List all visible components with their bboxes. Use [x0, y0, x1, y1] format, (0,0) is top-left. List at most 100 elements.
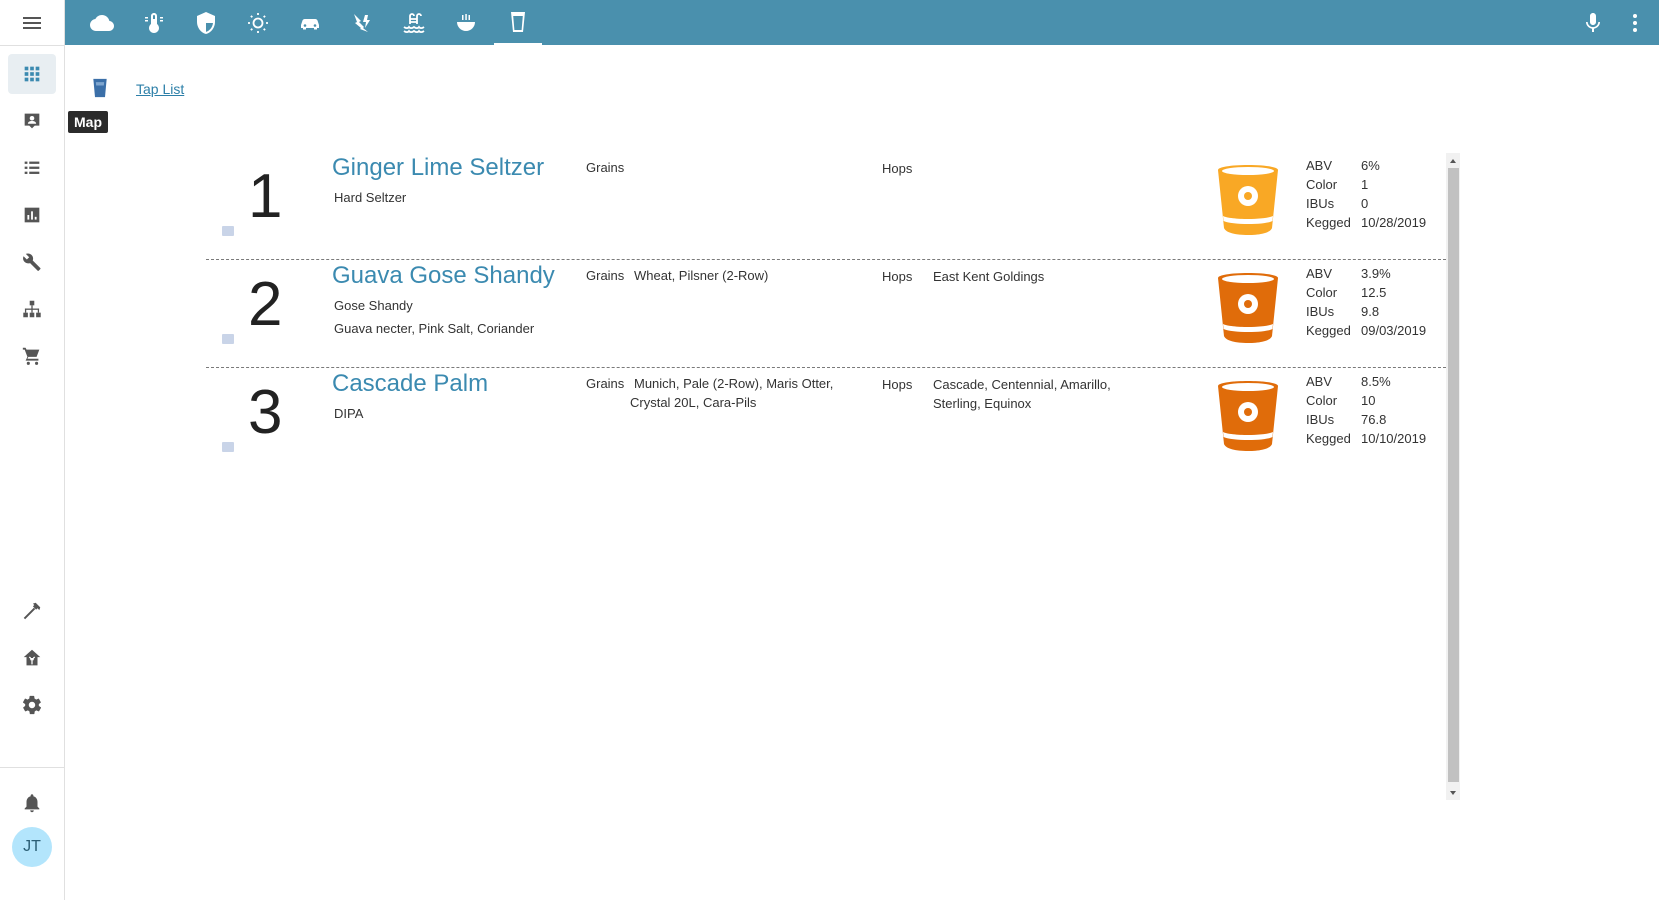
tap-row: 3 Cascade Palm DIPA Grains Munich, Pale … [206, 368, 1446, 476]
tab-weather[interactable] [78, 0, 126, 45]
grid-icon [24, 66, 40, 82]
sidebar-item-shopping[interactable] [8, 336, 56, 376]
badge-icon [24, 113, 40, 129]
hierarchy-icon [23, 300, 41, 318]
stats-block: ABV 8.5% Color 10 IBUs 76.8 Kegged 10/10/201… [1306, 372, 1426, 448]
cloud-icon [90, 14, 114, 31]
sidebar-item-notifications[interactable] [8, 783, 56, 823]
list-icon [24, 161, 40, 174]
pool-icon [403, 12, 425, 33]
sidebar-item-config[interactable] [8, 242, 56, 282]
beer-name: Ginger Lime Seltzer [332, 154, 545, 181]
color-value: 1 [1361, 177, 1369, 192]
hops-label: Hops [882, 377, 913, 392]
kegged-label: Kegged [1306, 323, 1351, 338]
hops-value: Cascade, Centennial, Amarillo, Sterling,… [933, 377, 1111, 411]
stats-block: ABV 6% Color 1 IBUs 0 Kegged 10/28/2019 [1306, 156, 1426, 232]
glass-icon [93, 78, 107, 98]
avatar[interactable]: JT [12, 827, 52, 867]
grains-value: Wheat, Pilsner (2-Row) [634, 268, 769, 283]
menu-icon[interactable] [20, 12, 44, 36]
tap-flag-icon [222, 442, 234, 452]
sidebar-item-network[interactable] [8, 289, 56, 329]
sidebar-item-map[interactable] [8, 101, 56, 141]
tab-lights[interactable] [234, 0, 282, 45]
more-menu-button[interactable] [1611, 0, 1659, 45]
kegged-value: 10/10/2019 [1361, 431, 1427, 446]
sidebar: JT [0, 0, 65, 900]
tap-list: 1 Ginger Lime Seltzer Hard Seltzer Grain… [206, 152, 1460, 802]
tap-row: 2 Guava Gose Shandy Gose Shandy Guava ne… [206, 260, 1446, 368]
hops-label: Hops [882, 161, 913, 176]
abv-value: 3.9% [1361, 266, 1391, 281]
color-label: Color [1306, 177, 1338, 192]
home-assistant-icon [23, 649, 41, 666]
kegged-value: 10/28/2019 [1361, 215, 1427, 230]
kegged-label: Kegged [1306, 215, 1351, 230]
scrollbar-thumb[interactable] [1448, 168, 1459, 782]
tab-pool[interactable] [390, 0, 438, 45]
grains-label: Grains [586, 268, 625, 283]
scroll-down-icon[interactable] [1448, 788, 1458, 798]
tap-flag-icon [222, 226, 234, 236]
abv-value: 6% [1361, 158, 1380, 173]
microphone-icon [1586, 12, 1600, 32]
tap-number: 1 [248, 162, 283, 231]
gear-icon [22, 695, 42, 715]
ibus-label: IBUs [1306, 412, 1335, 427]
abv-label: ABV [1306, 158, 1333, 173]
ibus-label: IBUs [1306, 196, 1335, 211]
abv-value: 8.5% [1361, 374, 1391, 389]
tab-power[interactable] [338, 0, 386, 45]
tap-number: 2 [248, 270, 283, 339]
grains-label: Grains [586, 160, 625, 175]
tab-climate[interactable] [130, 0, 178, 45]
beer-name: Cascade Palm [332, 370, 489, 397]
beer-glass-icon [1218, 273, 1278, 343]
voice-button[interactable] [1569, 0, 1617, 45]
hammer-icon [23, 602, 41, 620]
ibus-value: 0 [1361, 196, 1369, 211]
sidebar-item-developer[interactable] [8, 591, 56, 631]
beer-name: Guava Gose Shandy [332, 262, 555, 289]
sidebar-item-settings[interactable] [8, 685, 56, 725]
sidebar-item-overview[interactable] [8, 54, 56, 94]
wrench-icon [23, 253, 41, 271]
beer-style: Gose Shandy [334, 298, 413, 313]
ibus-label: IBUs [1306, 304, 1335, 319]
stats-block: ABV 3.9% Color 12.5 IBUs 9.8 Kegged 09/03/20… [1306, 264, 1426, 340]
tap-number: 3 [248, 378, 283, 447]
beer-glass-icon [1218, 381, 1278, 451]
glass-icon [511, 11, 525, 32]
kegged-label: Kegged [1306, 431, 1351, 446]
beer-style: DIPA [334, 406, 364, 421]
ibus-value: 9.8 [1361, 304, 1380, 319]
sidebar-item-hacs[interactable] [8, 638, 56, 678]
beer-style: Hard Seltzer [334, 190, 407, 205]
scroll-up-icon[interactable] [1448, 156, 1458, 166]
lightbulb-icon [248, 12, 268, 33]
sidebar-item-history[interactable] [8, 195, 56, 235]
chart-icon [24, 207, 40, 223]
more-vertical-icon [1633, 13, 1637, 32]
color-label: Color [1306, 393, 1338, 408]
color-label: Color [1306, 285, 1338, 300]
top-bar [65, 0, 1659, 45]
kegged-value: 09/03/2019 [1361, 323, 1427, 338]
hops-value: East Kent Goldings [933, 269, 1045, 284]
tab-taplist[interactable] [494, 0, 542, 45]
car-icon [301, 18, 319, 29]
abv-label: ABV [1306, 266, 1333, 281]
color-value: 12.5 [1361, 285, 1387, 300]
grains-value: Munich, Pale (2-Row), Maris Otter, Cryst… [630, 376, 834, 410]
ibus-value: 76.8 [1361, 412, 1387, 427]
sidebar-item-logbook[interactable] [8, 148, 56, 188]
abv-label: ABV [1306, 374, 1333, 389]
tab-kitchen[interactable] [442, 0, 490, 45]
thermometer-icon [145, 12, 163, 33]
tab-garage[interactable] [286, 0, 334, 45]
flash-icon [354, 13, 370, 32]
tab-security[interactable] [182, 0, 230, 45]
tap-flag-icon [222, 334, 234, 344]
tap-list-link[interactable]: Tap List [136, 81, 184, 97]
